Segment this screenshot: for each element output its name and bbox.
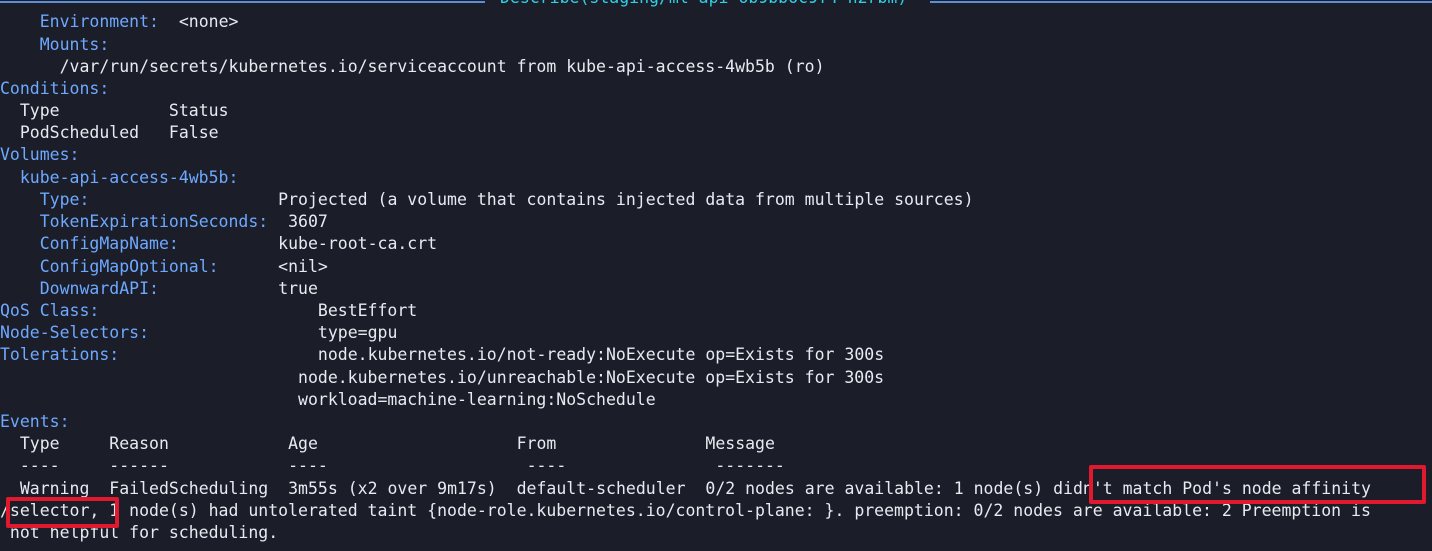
events-dash-message: ------- [715,456,785,475]
mount-path-line: /var/run/secrets/kubernetes.io/serviceac… [0,56,825,78]
volume-field-key: DownwardAPI: [39,279,159,298]
volume-field-value: 3607 [288,212,328,231]
events-header-reason: Reason [109,434,169,453]
environment-value: <none> [178,12,239,31]
events-dash-from: ---- [526,456,567,475]
environment-key: Environment: [39,12,159,31]
highlight-box-affinity [1089,465,1426,504]
event-reason: FailedScheduling [109,479,269,498]
window-title-bar: Describe(staging/ml-api-6b9bb6c9f4-n2rbm… [0,0,1432,10]
mount-path: /var/run/secrets/kubernetes.io/serviceac… [59,57,825,76]
events-dashes: ---- ------ ---- ---- ------- [0,455,785,477]
volumes-key: Volumes: [0,145,80,164]
volume-field-row: DownwardAPI: true [0,278,318,300]
highlight-box-selector [6,497,119,528]
events-key: Events: [0,412,70,431]
condition-status: False [168,123,219,142]
conditions-header-type: Type [19,101,60,120]
qos-key: QoS Class: [0,301,100,320]
node-selectors-key: Node-Selectors: [0,323,150,342]
events-header-age: Age [288,434,318,453]
title-rule-right [930,1,1432,3]
volume-field-row: ConfigMapName: kube-root-ca.crt [0,233,437,255]
events-header-from: From [516,434,557,453]
events-header-message: Message [705,434,775,453]
conditions-line: Conditions: [0,78,109,100]
volume-field-row: TokenExpirationSeconds: 3607 [0,211,328,233]
events-dash-reason: ------ [109,456,169,475]
volume-field-row: Type: Projected (a volume that contains … [0,189,974,211]
events-header-type: Type [19,434,60,453]
tolerations-line: Tolerations: node.kubernetes.io/not-read… [0,344,884,366]
event-age: 3m55s (x2 over 9m17s) [288,479,497,498]
toleration-item: workload=machine-learning:NoSchedule [298,390,656,409]
node-selectors-value: type=gpu [317,323,398,342]
toleration-line: workload=machine-learning:NoSchedule [0,389,656,411]
volume-field-key: TokenExpirationSeconds: [39,212,269,231]
events-header: Type Reason Age From Message [0,433,775,455]
volume-field-row: ConfigMapOptional: <nil> [0,256,328,278]
conditions-header-status: Status [168,101,229,120]
volume-field-key: ConfigMapName: [39,234,179,253]
volume-field-value: kube-root-ca.crt [278,234,438,253]
event-type: Warning [19,479,90,498]
condition-type: PodScheduled [19,123,140,142]
mounts-line: Mounts: [0,34,110,56]
events-line: Events: [0,411,70,433]
toleration-item: node.kubernetes.io/not-ready:NoExecute o… [317,345,885,364]
volumes-line: Volumes: [0,144,79,166]
title-rule-left [0,1,485,3]
event-from: default-scheduler [516,479,686,498]
conditions-header: Type Status [0,100,229,122]
volume-name-line: kube-api-access-4wb5b: [0,167,239,189]
terminal-window: Describe(staging/ml-api-6b9bb6c9f4-n2rbm… [0,0,1432,551]
mounts-key: Mounts: [39,35,110,54]
toleration-item: node.kubernetes.io/unreachable:NoExecute… [298,368,885,387]
node-selectors-line: Node-Selectors: type=gpu [0,322,397,344]
toleration-line: node.kubernetes.io/unreachable:NoExecute… [0,367,884,389]
qos-line: QoS Class: BestEffort [0,300,417,322]
volume-field-key: ConfigMapOptional: [39,257,219,276]
condition-row: PodScheduled False [0,122,219,144]
qos-value: BestEffort [317,301,418,320]
volume-field-value: <nil> [278,257,328,276]
event-message-part1: 0/2 nodes are available: 1 node(s) [705,479,1054,498]
tolerations-key: Tolerations: [0,345,120,364]
volume-field-key: Type: [39,190,90,209]
volume-name: kube-api-access-4wb5b: [19,168,239,187]
window-title: Describe(staging/ml-api-6b9bb6c9f4-n2rbm… [500,0,907,9]
events-dash-type: ---- [19,456,60,475]
events-dash-age: ---- [288,456,328,475]
volume-field-value: Projected (a volume that contains inject… [278,190,974,209]
environment-line: Environment: <none> [0,11,239,33]
volume-field-value: true [278,279,318,298]
conditions-key: Conditions: [0,79,110,98]
